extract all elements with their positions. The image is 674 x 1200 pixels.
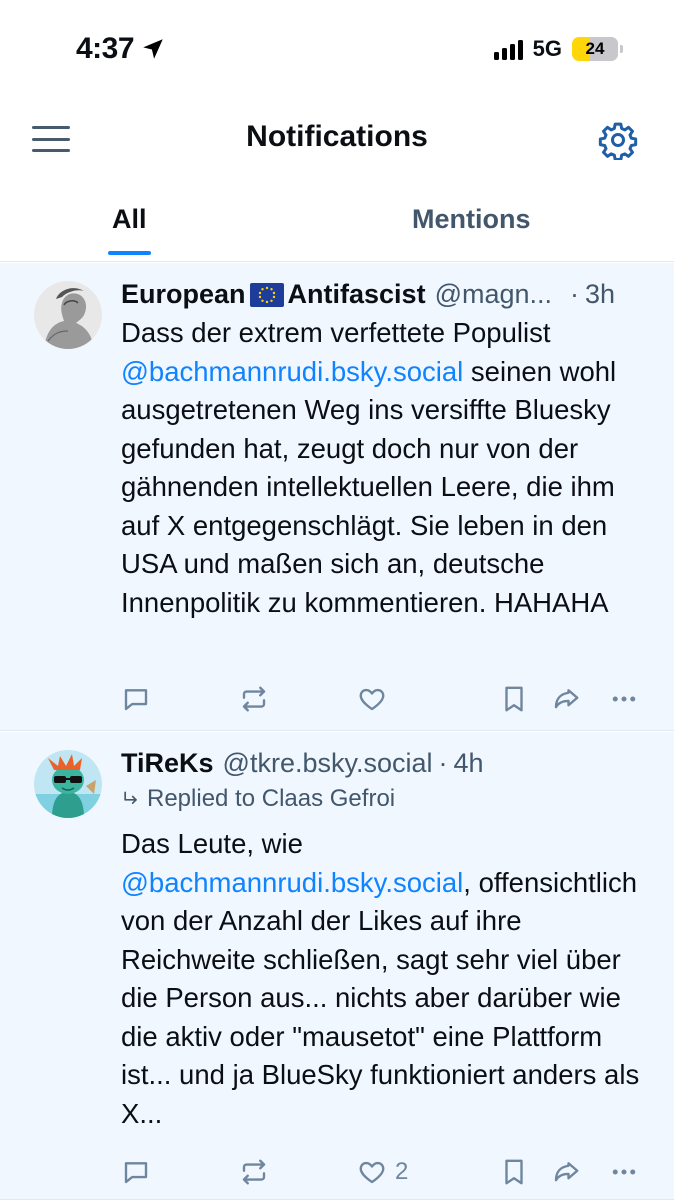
share-button[interactable] [551,679,581,719]
reply-icon [124,689,148,711]
like-count: 2 [395,1158,409,1185]
avatar[interactable] [34,750,102,818]
avatar-image [34,281,102,349]
reply-to-label: Replied to Claas Gefroi [147,785,396,812]
post-actions [121,679,642,719]
post-text-part: Das Leute, wie [121,828,303,859]
bookmark-icon [505,686,523,712]
post-text: Dass der extrem verfettete Populist @bac… [121,314,650,622]
notification-content: TiReKs @tkre.bsky.social · 4h Replied to… [121,748,650,1133]
post-meta: TiReKs @tkre.bsky.social · 4h [121,748,650,779]
avatar[interactable] [34,281,102,349]
battery-icon: 24 [572,37,623,61]
more-icon [612,1169,636,1175]
meta-separator: · [570,279,580,309]
share-icon [554,689,579,709]
reply-arrow-icon [124,791,137,804]
author-handle[interactable]: @tkre.bsky.social [223,748,433,779]
reply-button[interactable] [121,1152,151,1192]
post-age: 3h [585,279,616,309]
author-name-part: European [121,279,246,309]
status-bar: 4:37 5G 24 [0,0,674,100]
post-text-part: , offensichtlich von der Anzahl der Like… [121,866,640,1129]
header: Notifications [0,100,674,180]
more-button[interactable] [609,1152,639,1192]
mention-link[interactable]: @bachmannrudi.bsky.social [121,356,463,387]
heart-icon [359,688,385,711]
like-button[interactable]: 2 [357,1152,408,1192]
author-name[interactable]: European Antifascist [121,279,426,310]
bookmark-icon [505,1159,523,1185]
post-text-part: Dass der extrem verfettete Populist [121,317,551,348]
share-button[interactable] [551,1152,581,1192]
signal-icon [493,38,523,60]
battery-level: 24 [585,39,605,58]
repost-icon [242,686,266,712]
more-icon [612,696,636,702]
avatar-image [34,750,102,818]
network-label: 5G [532,36,562,61]
share-icon [554,1162,579,1182]
notification-item[interactable]: European Antifascist @magn... · 3h Dass … [0,263,674,731]
notification-item[interactable]: TiReKs @tkre.bsky.social · 4h Replied to… [0,732,674,1200]
like-button[interactable] [357,679,395,719]
gear-icon[interactable] [598,120,638,160]
time-label: 4:37 [76,32,135,65]
post-actions: 2 [121,1152,642,1192]
tab-mentions[interactable]: Mentions [412,204,531,235]
notification-content: European Antifascist @magn... · 3h Dass … [121,279,650,622]
status-indicators: 5G 24 [493,36,623,62]
author-handle[interactable]: @magn... [435,279,552,310]
reply-icon [124,1162,148,1184]
post-meta: European Antifascist @magn... · 3h [121,279,650,310]
author-name-part: Antifascist [287,279,426,309]
reply-button[interactable] [121,679,151,719]
status-time: 4:37 [76,32,166,66]
location-arrow-icon [143,39,163,59]
page-title: Notifications [246,120,428,153]
reply-context[interactable]: Replied to Claas Gefroi [121,785,650,813]
post-age: 4h [453,748,484,778]
meta-separator: · [438,748,448,778]
repost-icon [242,1159,266,1185]
repost-button[interactable] [239,1152,269,1192]
author-name[interactable]: TiReKs [121,748,214,779]
heart-icon [359,1161,385,1184]
tab-all[interactable]: All [108,204,150,255]
bookmark-button[interactable] [499,679,529,719]
bookmark-button[interactable] [499,1152,529,1192]
eu-flag-icon [249,282,284,307]
post-text-part: seinen wohl ausgetretenen Weg ins versif… [121,355,617,618]
tab-bar: All Mentions [0,180,674,262]
repost-button[interactable] [239,679,269,719]
mention-link[interactable]: @bachmannrudi.bsky.social [121,867,463,898]
more-button[interactable] [609,679,639,719]
post-text: Das Leute, wie @bachmannrudi.bsky.social… [121,825,650,1133]
